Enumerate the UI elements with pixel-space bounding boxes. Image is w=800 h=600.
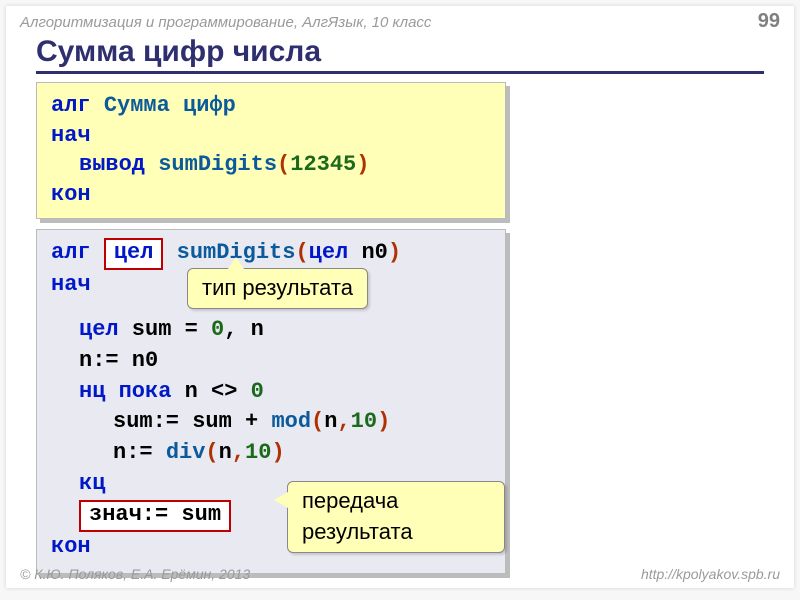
fn-mod: mod <box>271 409 311 434</box>
slide: Алгоритмизация и программирование, АлгЯз… <box>6 6 794 588</box>
num-0: 0 <box>251 379 264 404</box>
code-line: n:= n0 <box>51 346 491 377</box>
kw-cel: цел <box>309 240 349 265</box>
footer-url: http://kpolyakov.spb.ru <box>641 566 780 582</box>
code-line: цел sum = 0, n <box>51 315 491 346</box>
callout-return-type: тип результата <box>187 268 368 309</box>
chip-znach: знач:= sum <box>79 500 231 532</box>
num-12345: 12345 <box>290 152 356 177</box>
comma: , <box>337 409 350 434</box>
kw-kon: кон <box>51 534 91 559</box>
alg-name: Сумма цифр <box>104 93 236 118</box>
kw-vyvod: вывод <box>79 152 145 177</box>
code-box-main: алг Сумма цифр нач вывод sumDigits(12345… <box>36 82 506 219</box>
callout-result-pass: передача результата <box>287 481 505 553</box>
page-number: 99 <box>758 10 780 33</box>
course-label: Алгоритмизация и программирование, АлгЯз… <box>20 14 431 31</box>
fn-sumdigits: sumDigits <box>158 152 277 177</box>
kw-nach: нач <box>51 272 91 297</box>
paren-open: ( <box>205 440 218 465</box>
code-line: вывод sumDigits(12345) <box>51 150 491 180</box>
paren-close: ) <box>356 152 369 177</box>
kw-nc: нц <box>79 379 105 404</box>
slide-title: Сумма цифр числа <box>36 35 764 74</box>
kw-alg: алг <box>51 93 91 118</box>
paren-close: ) <box>377 409 390 434</box>
kw-alg: алг <box>51 240 91 265</box>
fn-div: div <box>166 440 206 465</box>
kw-poka: пока <box>105 379 171 404</box>
chip-return-type: цел <box>104 238 164 270</box>
paren-close: ) <box>388 240 401 265</box>
paren-open: ( <box>311 409 324 434</box>
while-cond: n <> <box>171 379 250 404</box>
code-line: нач <box>51 121 491 151</box>
paren-close: ) <box>271 440 284 465</box>
footer: © К.Ю. Поляков, Е.А. Ерёмин, 2013 http:/… <box>20 566 780 582</box>
code-box-func: алг цел sumDigits(цел n0) нач тип резуль… <box>36 229 506 574</box>
num-10: 10 <box>245 440 271 465</box>
decl: sum = <box>119 317 211 342</box>
kw-kc: кц <box>79 471 105 496</box>
sum-assign: sum:= sum + <box>113 409 271 434</box>
var-n: n <box>219 440 232 465</box>
kw-cel: цел <box>114 240 154 265</box>
var-n: n <box>324 409 337 434</box>
arg-n0: n0 <box>348 240 388 265</box>
decl-tail: , n <box>224 317 264 342</box>
code-line: нц пока n <> 0 <box>51 377 491 408</box>
kw-kon: кон <box>51 182 91 207</box>
code-line: n:= div(n,10) <box>51 438 491 469</box>
code-line: кон <box>51 180 491 210</box>
num-0: 0 <box>211 317 224 342</box>
comma: , <box>232 440 245 465</box>
callout-text: передача результата <box>302 488 413 544</box>
paren-open: ( <box>295 240 308 265</box>
code-line: алг цел sumDigits(цел n0) <box>51 238 491 270</box>
paren-open: ( <box>277 152 290 177</box>
assign-n: n:= n0 <box>79 348 158 373</box>
topbar: Алгоритмизация и программирование, АлгЯз… <box>6 6 794 33</box>
n-assign: n:= <box>113 440 166 465</box>
kw-cel: цел <box>79 317 119 342</box>
code-line: sum:= sum + mod(n,10) <box>51 407 491 438</box>
num-10: 10 <box>351 409 377 434</box>
code-line: алг Сумма цифр <box>51 91 491 121</box>
copyright: © К.Ю. Поляков, Е.А. Ерёмин, 2013 <box>20 566 250 582</box>
kw-nach: нач <box>51 123 91 148</box>
